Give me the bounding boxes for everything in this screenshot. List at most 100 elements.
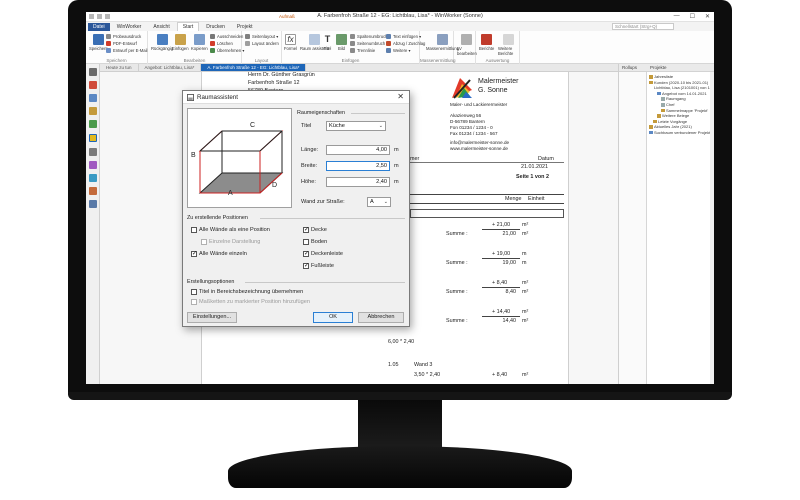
checkbox[interactable]: ✓ Deckenleiste <box>303 251 343 257</box>
documents-icon[interactable] <box>89 120 97 128</box>
delete-button[interactable]: Löschen <box>210 41 233 46</box>
projects-header[interactable]: Projekte <box>647 64 714 72</box>
rollups-pane: Rollups <box>619 64 647 384</box>
tab-heute[interactable]: Heute zu tun <box>100 64 139 71</box>
tab-winworker[interactable]: WinWorker <box>112 23 147 31</box>
tab-datei[interactable]: Datei <box>88 22 110 31</box>
checkbox[interactable]: Boden <box>303 239 327 245</box>
checkbox[interactable]: ✓ Decke <box>303 227 327 233</box>
tab-aufmass[interactable]: A. Farbenfroh Straße 12 - EG: Lichtblau,… <box>201 64 307 71</box>
help-icon[interactable] <box>89 200 97 208</box>
formel-button[interactable]: fx Formel <box>284 34 297 51</box>
more-reports-icon <box>503 34 514 45</box>
hoehe-unit: m <box>394 179 399 185</box>
weitere-berichte-button[interactable]: Weitere Berichte <box>498 34 519 56</box>
ok-button[interactable]: OK <box>313 312 353 323</box>
spaltenumbruch-button[interactable]: Spaltenumbruch <box>350 34 388 39</box>
probeausdruck-button[interactable]: Probeausdruck <box>106 34 141 39</box>
projects-panel: Rollups Projekte Jahresliste Kunden (2020… <box>618 64 714 384</box>
row-sum: 19,00 <box>502 260 517 266</box>
tab-projekt[interactable]: Projekt <box>232 23 258 31</box>
copy-button[interactable]: Kopieren <box>191 34 208 51</box>
maximize-button[interactable]: ☐ <box>690 13 695 20</box>
delete-icon <box>210 41 215 46</box>
close-window-button[interactable]: ✕ <box>705 13 710 20</box>
checkbox-box: ✓ <box>303 227 310 233</box>
berichte-button[interactable]: Berichte <box>479 34 494 51</box>
minimize-button[interactable]: — <box>674 13 680 20</box>
quick-search-input[interactable]: Schnellstart (Strg+Q) <box>612 23 674 30</box>
folder-icon <box>657 91 661 96</box>
row-value: + 19,00 <box>492 251 511 257</box>
ribbon-group-einfuegen: fx Formel Raum assistent T Titel Bild Spal… <box>282 31 425 64</box>
checkbox[interactable]: Alle Wände als eine Position <box>191 227 270 233</box>
text-einfuegen-button[interactable]: Text einfügen ▾ <box>386 34 421 39</box>
formula-line: 6,00 * 2,40 <box>388 339 415 345</box>
positions-rule <box>260 218 405 219</box>
list-icon[interactable] <box>89 148 97 156</box>
tab-start[interactable]: Start <box>176 22 200 31</box>
report-icon <box>481 34 493 45</box>
rollups-header[interactable]: Rollups <box>619 64 647 72</box>
weitere-einfuegen-button[interactable]: Weitere ▾ <box>386 48 411 53</box>
menu-icon[interactable] <box>89 68 97 76</box>
titel-button[interactable]: T Titel <box>322 34 333 51</box>
titel-select[interactable]: Küche ⌄ <box>326 121 386 131</box>
cut-button[interactable]: Ausschneiden <box>210 34 243 39</box>
layout-icon <box>245 41 250 46</box>
room-properties-rule <box>351 113 405 114</box>
checkbox[interactable]: Titel in Bereichsbezeichnung übernehmen <box>191 289 303 295</box>
wall-label-d: D <box>272 182 277 189</box>
measure-icon[interactable] <box>89 134 97 142</box>
company-tagline: Maler- und Lackierermeister <box>450 102 508 107</box>
row-sum-label: Summe : <box>446 260 468 266</box>
page-layout-icon <box>245 34 250 39</box>
area-title-field[interactable] <box>410 209 564 218</box>
position-text: Wand 3 <box>414 362 433 368</box>
wand-select[interactable]: A ⌄ <box>367 197 391 207</box>
tree-item[interactable]: Suchbaum verbundener Projekte <box>649 130 714 136</box>
uebernehmen-button[interactable]: Übernehmen ▾ <box>210 48 244 53</box>
layout-aendern-button[interactable]: Layout ändern <box>245 41 279 46</box>
company-fax: Fax 01234 / 1234 - 567 <box>450 131 498 136</box>
lv-bearbeiten-button[interactable]: LV bearbeiten <box>457 34 477 56</box>
checkbox-box: ✓ <box>191 251 198 257</box>
divider-icon <box>350 48 355 53</box>
checkbox[interactable]: ✓ Fußleiste <box>303 263 334 269</box>
pdf-entwurf-button[interactable]: PDF-Entwurf <box>106 41 137 46</box>
calculator-icon <box>437 34 449 45</box>
trennlinie-button[interactable]: Trennlinie <box>350 48 375 53</box>
header-rule <box>410 162 564 163</box>
globe-icon[interactable] <box>89 174 97 182</box>
folder-icon[interactable] <box>89 107 97 115</box>
checkbox[interactable]: ✓ Alle Wände einzeln <box>191 251 247 257</box>
hoehe-input[interactable]: 2,40 <box>326 177 390 187</box>
seitenlayout-button[interactable]: Seitenlayout ▾ <box>245 34 278 39</box>
calendar-icon[interactable] <box>89 81 97 89</box>
dialog-close-button[interactable]: ✕ <box>397 92 404 101</box>
email-entwurf-button[interactable]: Entwurf per E-Mail <box>106 48 147 53</box>
company-logo <box>452 78 472 99</box>
statistics-icon[interactable] <box>89 161 97 169</box>
raumassistent-dialog: Raumassistent ✕ A B C D Raumeigenschafte… <box>182 90 410 327</box>
bild-button[interactable]: Bild <box>336 34 347 51</box>
abbrechen-button[interactable]: Abbrechen <box>358 312 404 323</box>
tab-ansicht[interactable]: Ansicht <box>148 23 174 31</box>
breite-input[interactable]: 2,50 <box>326 161 390 171</box>
dialog-title-bar: Raumassistent ✕ <box>183 91 409 104</box>
row-rule <box>482 287 520 288</box>
seitenumbruch-button[interactable]: Seitenumbruch <box>350 41 385 46</box>
projects-scrollbar[interactable] <box>710 72 714 384</box>
checkbox-box <box>191 289 197 295</box>
mail-icon <box>106 48 111 53</box>
einstellungen-button[interactable]: Einstellungen... <box>187 312 237 323</box>
settings-icon[interactable] <box>89 187 97 195</box>
laenge-input[interactable]: 4,00 <box>326 145 390 155</box>
undo-button[interactable]: Rückgängig <box>151 34 173 51</box>
hoehe-label: Höhe: <box>301 179 316 185</box>
paste-button[interactable]: Einfügen <box>172 34 189 51</box>
tab-angebot[interactable]: Angebot: Lichtblau, Lisa* <box>139 64 202 71</box>
tab-drucken[interactable]: Drucken <box>201 23 230 31</box>
row-sum: 14,40 <box>502 318 517 324</box>
addresses-icon[interactable] <box>89 94 97 102</box>
